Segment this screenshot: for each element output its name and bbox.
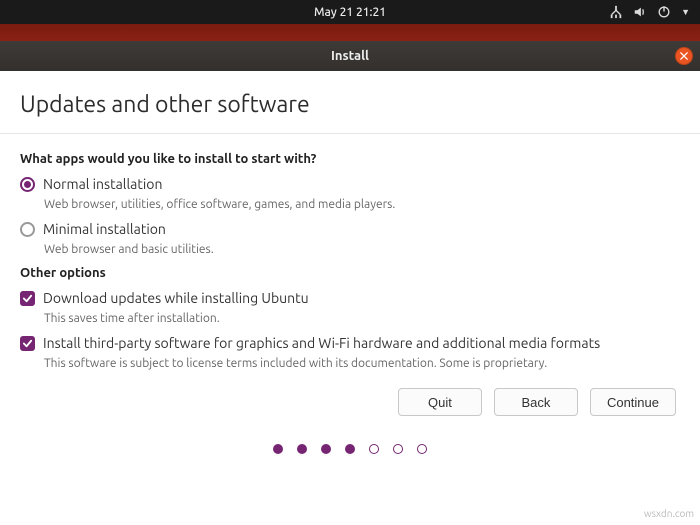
page-title: Updates and other software: [20, 92, 680, 117]
continue-button[interactable]: Continue: [590, 388, 676, 416]
quit-button[interactable]: Quit: [398, 388, 482, 416]
clock-datetime: May 21 21:21: [314, 6, 386, 19]
volume-icon[interactable]: [633, 5, 647, 19]
navigation-buttons: Quit Back Continue: [20, 388, 680, 416]
close-button[interactable]: [675, 47, 693, 65]
chevron-down-icon[interactable]: ▼: [681, 7, 690, 17]
install-type-question: What apps would you like to install to s…: [20, 152, 680, 166]
progress-dots: [20, 444, 680, 454]
checkbox-description: This software is subject to license term…: [44, 357, 680, 370]
radio-icon: [20, 222, 35, 237]
progress-dot: [321, 444, 331, 454]
checkbox-label: Download updates while installing Ubuntu: [43, 290, 309, 306]
option-label: Normal installation: [43, 176, 162, 192]
progress-dot: [345, 444, 355, 454]
progress-dot: [393, 444, 403, 454]
back-button[interactable]: Back: [494, 388, 578, 416]
option-normal-installation[interactable]: Normal installation Web browser, utiliti…: [20, 176, 680, 211]
system-top-bar: May 21 21:21 ▼: [0, 0, 700, 24]
installer-page: Updates and other software What apps wou…: [0, 71, 700, 464]
watermark: wsxdn.com: [644, 508, 694, 519]
checkbox-icon: [20, 336, 35, 351]
close-icon: [680, 52, 688, 60]
progress-dot: [417, 444, 427, 454]
progress-dot: [297, 444, 307, 454]
checkbox-third-party[interactable]: Install third-party software for graphic…: [20, 335, 680, 370]
option-description: Web browser, utilities, office software,…: [44, 198, 680, 211]
window-title-bar: Install: [0, 41, 700, 71]
progress-dot: [369, 444, 379, 454]
progress-dot: [273, 444, 283, 454]
checkbox-description: This saves time after installation.: [44, 312, 680, 325]
checkbox-label: Install third-party software for graphic…: [43, 335, 600, 351]
system-tray: ▼: [609, 0, 690, 24]
window-title: Install: [331, 49, 369, 63]
checkbox-download-updates[interactable]: Download updates while installing Ubuntu…: [20, 290, 680, 325]
power-icon[interactable]: [657, 5, 671, 19]
radio-icon: [20, 177, 35, 192]
other-options-heading: Other options: [20, 266, 680, 280]
option-minimal-installation[interactable]: Minimal installation Web browser and bas…: [20, 221, 680, 256]
checkbox-icon: [20, 291, 35, 306]
divider: [0, 133, 700, 134]
header-accent-strip: [0, 24, 700, 41]
network-icon[interactable]: [609, 5, 623, 19]
option-label: Minimal installation: [43, 221, 166, 237]
option-description: Web browser and basic utilities.: [44, 243, 680, 256]
